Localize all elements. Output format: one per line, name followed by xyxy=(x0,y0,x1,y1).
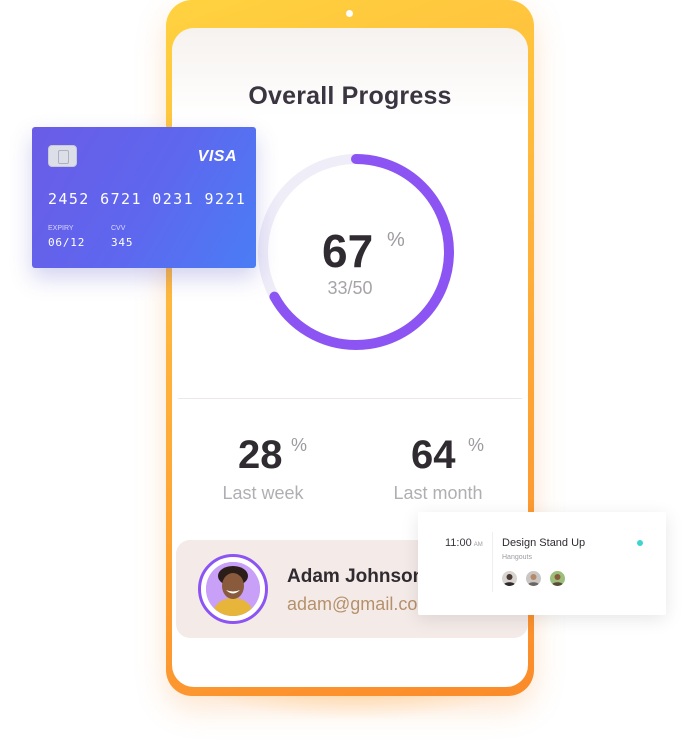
camera-dot xyxy=(346,10,353,17)
avatar-ring xyxy=(198,554,268,624)
event-card[interactable]: 11:00 AM Design Stand Up Hangouts xyxy=(418,512,666,615)
progress-percent-sign: % xyxy=(387,229,405,251)
card-cvv-value: 345 xyxy=(111,236,134,249)
event-separator xyxy=(492,532,493,592)
profile-name: Adam Johnson xyxy=(287,566,425,587)
attendee-person-icon xyxy=(526,571,541,586)
event-time-ampm: AM xyxy=(473,542,483,548)
card-expiry-label: EXPIRY xyxy=(48,225,74,232)
progress-title: Overall Progress xyxy=(248,82,452,110)
event-status-dot xyxy=(637,540,643,546)
card-cvv-label: CVV xyxy=(111,225,126,232)
stat-last-month-percent-sign: % xyxy=(468,435,485,455)
event-time-value: 11:00 xyxy=(445,537,472,549)
event-time: 11:00 AM xyxy=(445,537,483,549)
card-brand-logo: VISA xyxy=(197,148,237,165)
attendee-avatar[interactable] xyxy=(500,569,519,588)
attendee-person-icon xyxy=(502,571,517,586)
stat-last-week-value: 28 xyxy=(238,433,283,477)
stats-divider xyxy=(178,398,522,399)
stat-last-month-label: Last month xyxy=(393,483,483,503)
card-number: 2452 6721 0231 9221 xyxy=(48,190,247,208)
progress-ratio: 33/50 xyxy=(327,278,373,298)
avatar-person-icon xyxy=(206,562,260,616)
stat-last-week-percent-sign: % xyxy=(291,435,308,455)
event-subtitle: Hangouts xyxy=(502,554,532,561)
card-expiry-value: 06/12 xyxy=(48,236,86,249)
profile-email[interactable]: adam@gmail.com xyxy=(287,594,432,615)
credit-card[interactable]: VISA 2452 6721 0231 9221 EXPIRY 06/12 CV… xyxy=(32,127,256,268)
attendee-avatar[interactable] xyxy=(548,569,567,588)
attendee-person-icon xyxy=(550,571,565,586)
attendee-avatar[interactable] xyxy=(524,569,543,588)
event-title: Design Stand Up xyxy=(502,537,586,549)
stat-last-week-label: Last week xyxy=(222,483,304,503)
card-chip-icon xyxy=(48,145,77,167)
stat-last-month-value: 64 xyxy=(411,433,456,477)
avatar[interactable] xyxy=(206,562,260,616)
progress-percent-value: 67 xyxy=(322,225,374,277)
